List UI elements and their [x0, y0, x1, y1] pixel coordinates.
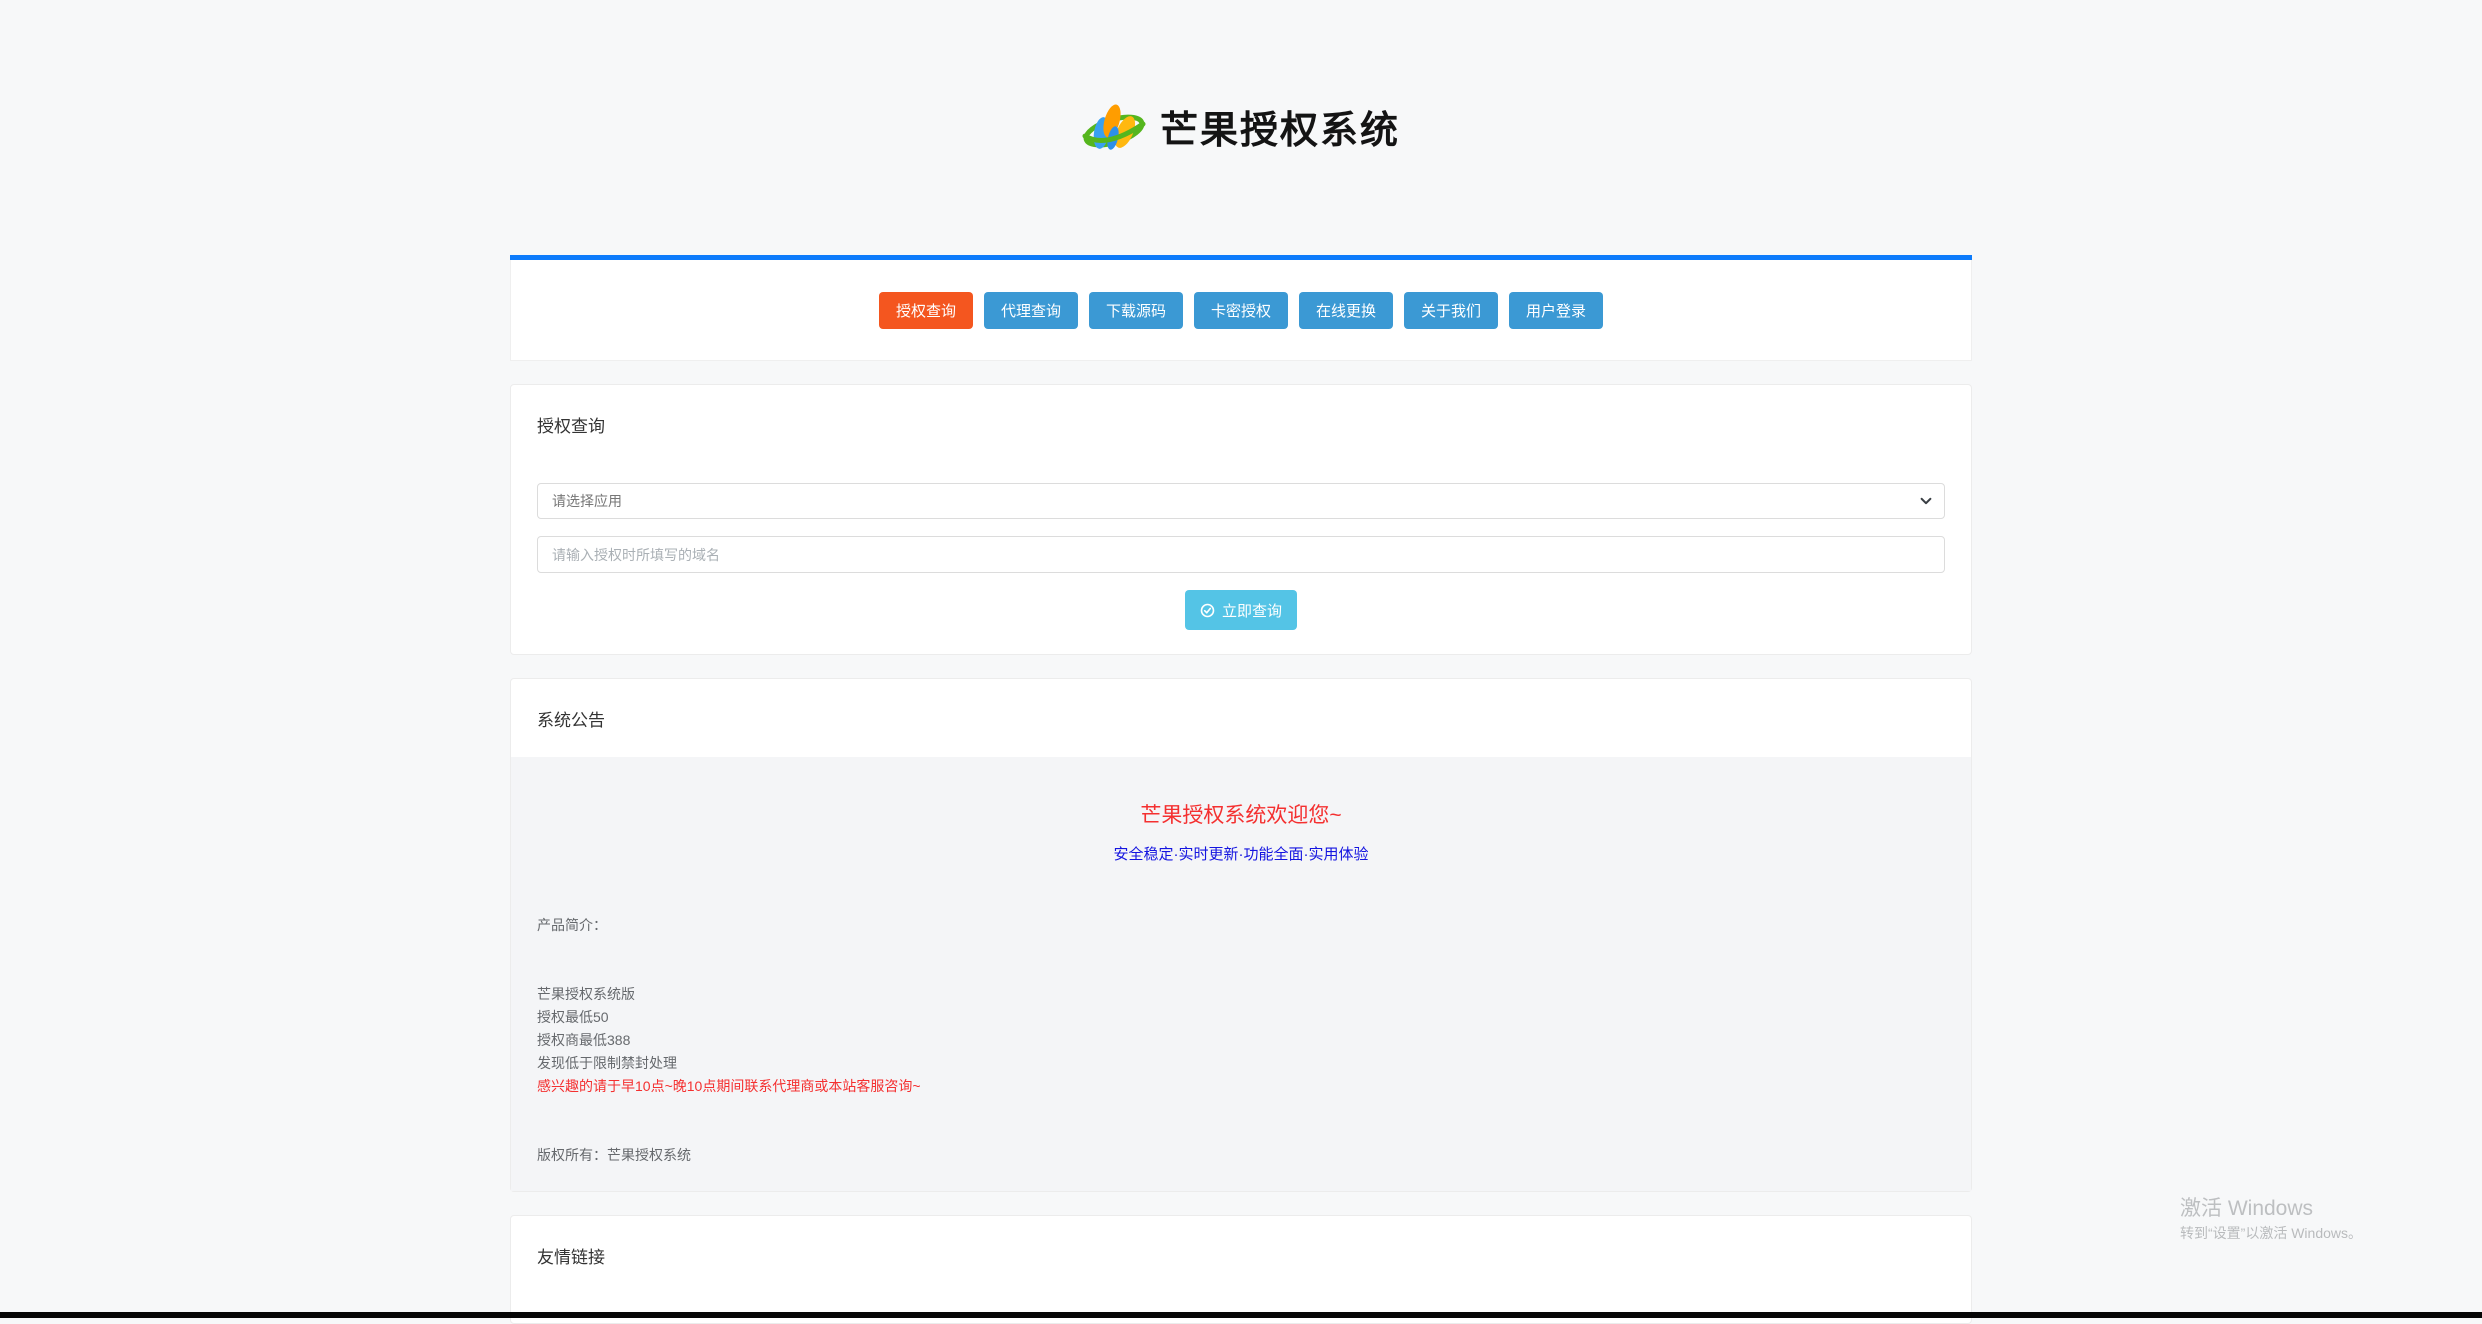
friendly-links-card: 友情链接: [510, 1215, 1972, 1324]
nav-bar: 授权查询 代理查询 下载源码 卡密授权 在线更换 关于我们 用户登录: [510, 260, 1972, 361]
announcement-product-name: 芒果授权系统版: [537, 986, 635, 1002]
announcement-price-line: 授权商最低388: [537, 1032, 631, 1048]
announcement-headline: 芒果授权系统欢迎您~: [1140, 804, 1342, 827]
nav-item-about-us[interactable]: 关于我们: [1404, 291, 1499, 329]
bottom-edge-bar: [0, 1312, 2482, 1318]
announcement-price-line: 授权最低50: [537, 1009, 609, 1025]
nav-item-card-key-auth[interactable]: 卡密授权: [1193, 291, 1288, 329]
query-submit-button[interactable]: 立即查询: [1184, 590, 1297, 630]
page-title: 芒果授权系统: [1159, 109, 1400, 152]
watermark-line2: 转到“设置”以激活 Windows。: [2180, 1225, 2363, 1241]
brand-header: 芒果授权系统: [0, 0, 2482, 160]
check-circle-icon: [1200, 603, 1215, 617]
announcement-tagline: 安全稳定·实时更新·功能全面·实用体验: [1113, 846, 1369, 863]
nav-item-online-change[interactable]: 在线更换: [1299, 291, 1394, 329]
mango-logo-icon: [1082, 104, 1146, 150]
auth-query-card: 授权查询 请选择应用 立即查询: [510, 384, 1972, 655]
announcement-content: 芒果授权系统欢迎您~ 安全稳定·实时更新·功能全面·实用体验 产品简介： 芒果授…: [511, 757, 1971, 1191]
announcement-card: 系统公告 芒果授权系统欢迎您~ 安全稳定·实时更新·功能全面·实用体验 产品简介…: [510, 678, 1972, 1192]
announcement-card-title: 系统公告: [537, 711, 605, 730]
announcement-intro-label: 产品简介：: [537, 917, 607, 933]
announcement-contact-line: 感兴趣的请于早10点~晚10点期间联系代理商或本站客服咨询~: [537, 1078, 921, 1094]
nav-item-user-login[interactable]: 用户登录: [1509, 291, 1604, 329]
app-select[interactable]: 请选择应用: [537, 483, 1945, 519]
announcement-price-line: 发现低于限制禁封处理: [537, 1055, 677, 1071]
windows-activation-watermark: 激活 Windows 转到“设置”以激活 Windows。: [2180, 1196, 2362, 1244]
nav-item-auth-query[interactable]: 授权查询: [878, 291, 973, 329]
nav-item-agent-query[interactable]: 代理查询: [983, 291, 1078, 329]
announcement-copyright: 版权所有：芒果授权系统: [537, 1147, 691, 1163]
domain-input[interactable]: [537, 536, 1945, 573]
friendly-links-title: 友情链接: [537, 1248, 605, 1267]
watermark-line1: 激活 Windows: [2180, 1197, 2314, 1220]
query-submit-label: 立即查询: [1221, 602, 1282, 620]
auth-query-card-title: 授权查询: [537, 417, 605, 436]
nav-item-download-source[interactable]: 下载源码: [1088, 291, 1183, 329]
